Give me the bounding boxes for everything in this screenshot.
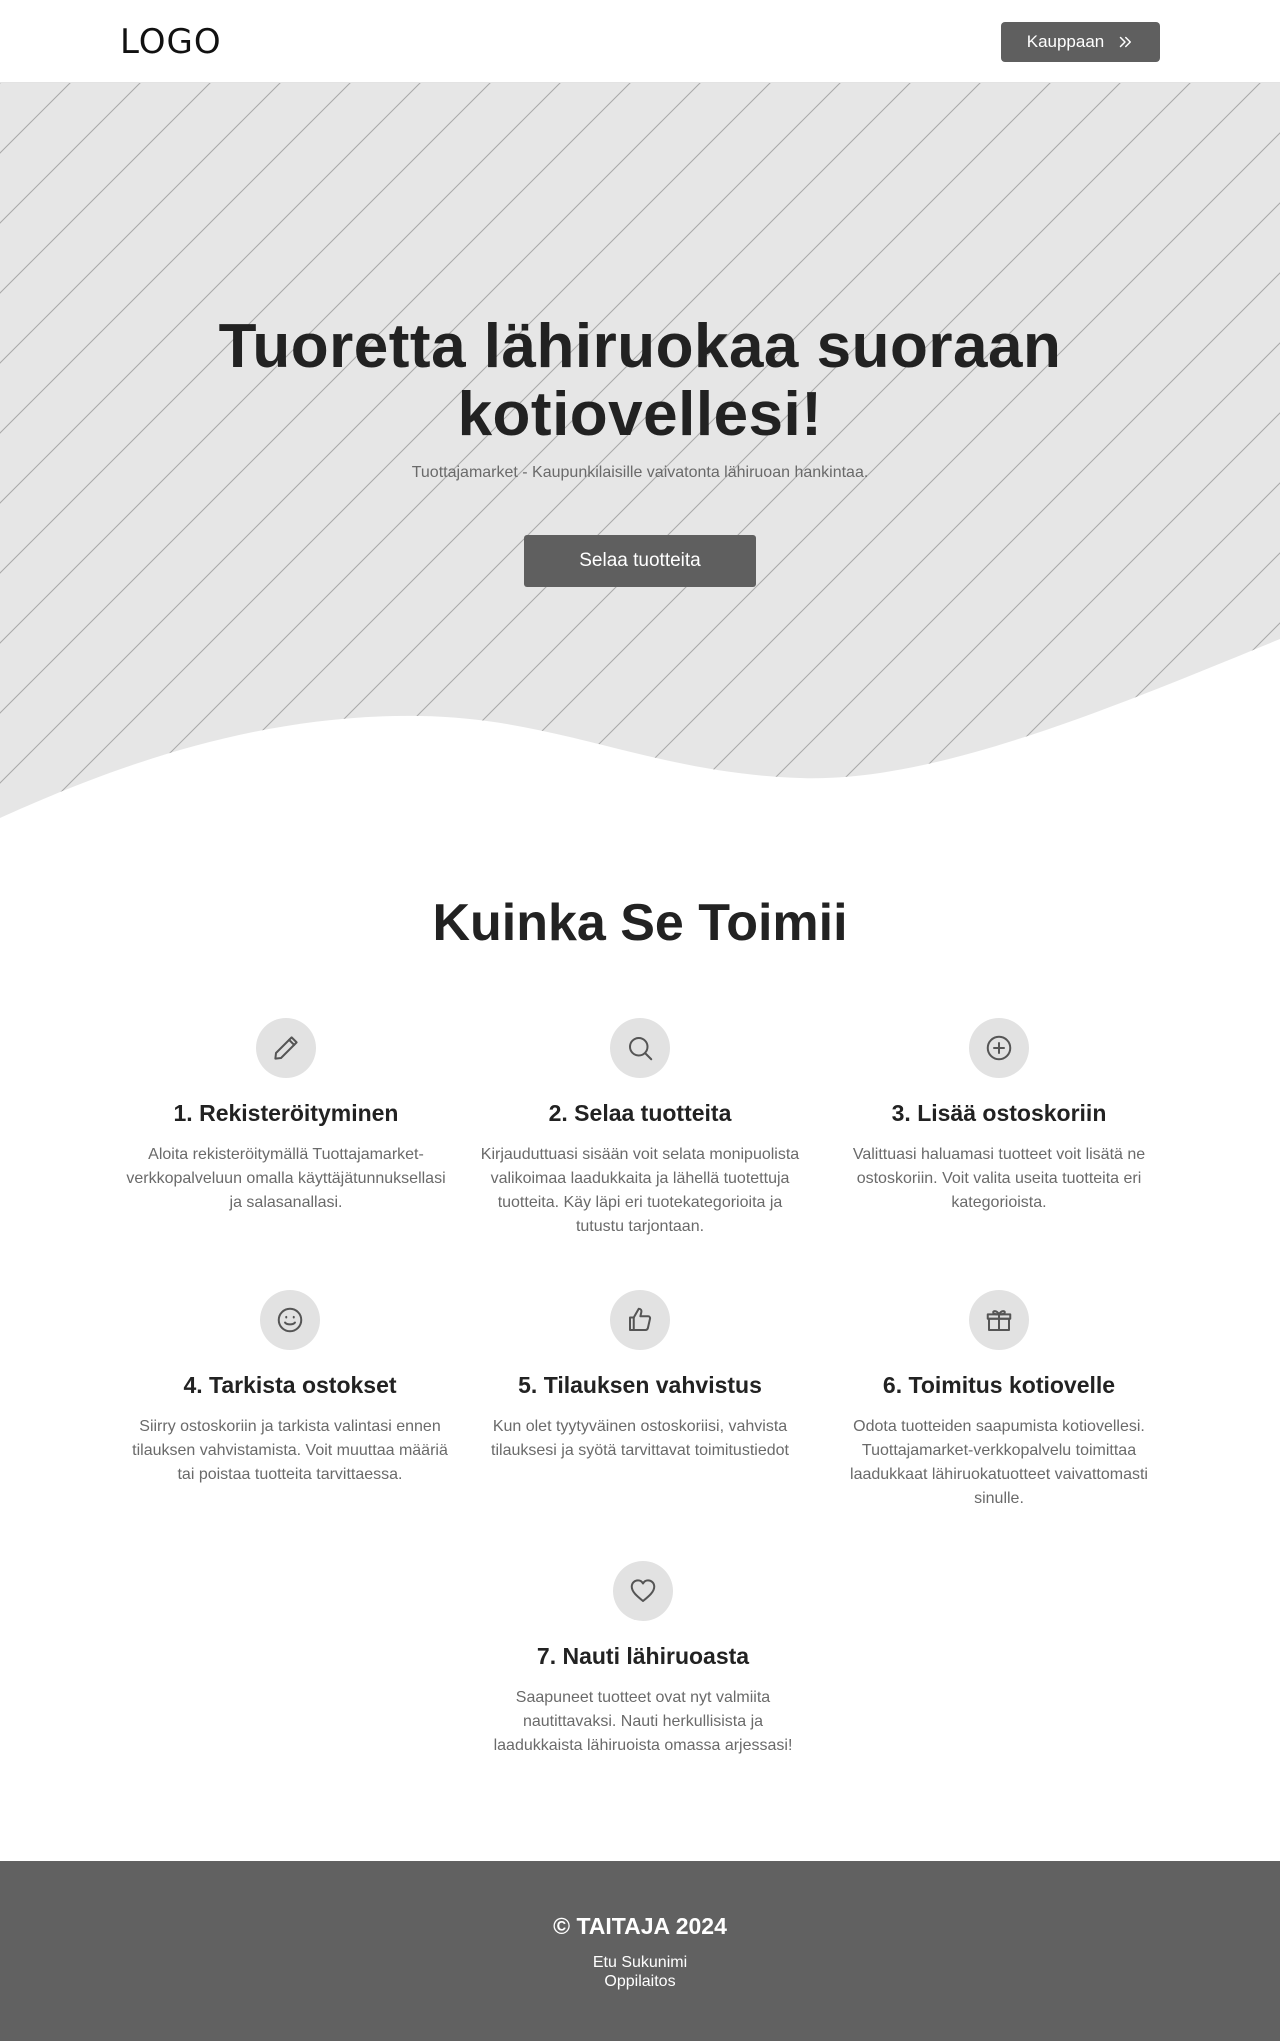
- search-icon: [610, 1018, 670, 1078]
- step-title: 4. Tarkista ostokset: [183, 1372, 397, 1398]
- step-text: Kun olet tyytyväinen ostoskoriisi, vahvi…: [491, 1418, 789, 1459]
- thumbs-up-icon: [610, 1290, 670, 1350]
- step-title: 2. Selaa tuotteita: [548, 1100, 732, 1126]
- shop-button[interactable]: Kauppaan: [1001, 22, 1160, 62]
- footer-school: Oppilaitos: [604, 1973, 676, 1990]
- heart-icon: [613, 1561, 673, 1621]
- chevrons-right-icon: [1120, 36, 1132, 48]
- step-text: Kirjauduttuasi sisään voit selata monipu…: [480, 1146, 800, 1235]
- smiley-icon: [260, 1290, 320, 1350]
- step-7: 7. Nauti lähiruoasta Saapuneet tuotteet …: [478, 1561, 808, 1758]
- step-title: 1. Rekisteröityminen: [173, 1100, 399, 1126]
- footer-copyright: © TAITAJA 2024: [553, 1913, 727, 1939]
- step-text: Saapuneet tuotteet ovat nyt valmiita nau…: [493, 1689, 793, 1754]
- step-text: Valittuasi haluamasi tuotteet voit lisät…: [852, 1146, 1146, 1211]
- site-header: LOGO Kauppaan: [0, 0, 1280, 83]
- step-text: Aloita rekisteröitymällä Tuottajamarket-…: [126, 1146, 446, 1211]
- footer-author-name: Etu Sukunimi: [592, 1954, 688, 1971]
- hero-subtitle: Tuottajamarket - Kaupunkilaisille vaivat…: [411, 464, 869, 481]
- step-title: 7. Nauti lähiruoasta: [536, 1643, 750, 1669]
- hero-section: Tuoretta lähiruokaa suoraan kotiovellesi…: [0, 83, 1280, 823]
- plus-circle-icon: [969, 1018, 1029, 1078]
- step-title: 6. Toimitus kotiovelle: [882, 1372, 1116, 1398]
- site-footer: © TAITAJA 2024 Etu Sukunimi Oppilaitos: [0, 1861, 1280, 2041]
- shop-button-label: Kauppaan: [1026, 32, 1105, 51]
- browse-products-button[interactable]: Selaa tuotteita: [524, 535, 756, 587]
- step-title: 5. Tilauksen vahvistus: [518, 1372, 762, 1398]
- gift-icon: [969, 1290, 1029, 1350]
- hero-title-text: Tuoretta lähiruokaa suoraan kotiovellesi…: [218, 312, 1062, 449]
- step-2: 2. Selaa tuotteita Kirjauduttuasi sisään…: [475, 1018, 805, 1239]
- hero-title: Tuoretta lähiruokaa suoraan kotiovellesi…: [0, 313, 1280, 449]
- pencil-icon: [256, 1018, 316, 1078]
- step-3: 3. Lisää ostoskoriin Valittuasi haluamas…: [834, 1018, 1164, 1215]
- step-1: 1. Rekisteröityminen Aloita rekisteröity…: [121, 1018, 451, 1215]
- step-title: 3. Lisää ostoskoriin: [891, 1100, 1107, 1126]
- step-4: 4. Tarkista ostokset Siirry ostoskoriin …: [125, 1290, 455, 1487]
- how-it-works-title: Kuinka Se Toimii: [432, 894, 848, 952]
- step-text: Odota tuotteiden saapumista kotiovellesi…: [850, 1418, 1148, 1507]
- hero-background: [0, 83, 1280, 818]
- step-5: 5. Tilauksen vahvistus Kun olet tyytyväi…: [475, 1290, 805, 1463]
- step-text: Siirry ostoskoriin ja tarkista valintasi…: [132, 1418, 448, 1483]
- logo[interactable]: LOGO: [120, 22, 222, 62]
- step-6: 6. Toimitus kotiovelle Odota tuotteiden …: [834, 1290, 1164, 1511]
